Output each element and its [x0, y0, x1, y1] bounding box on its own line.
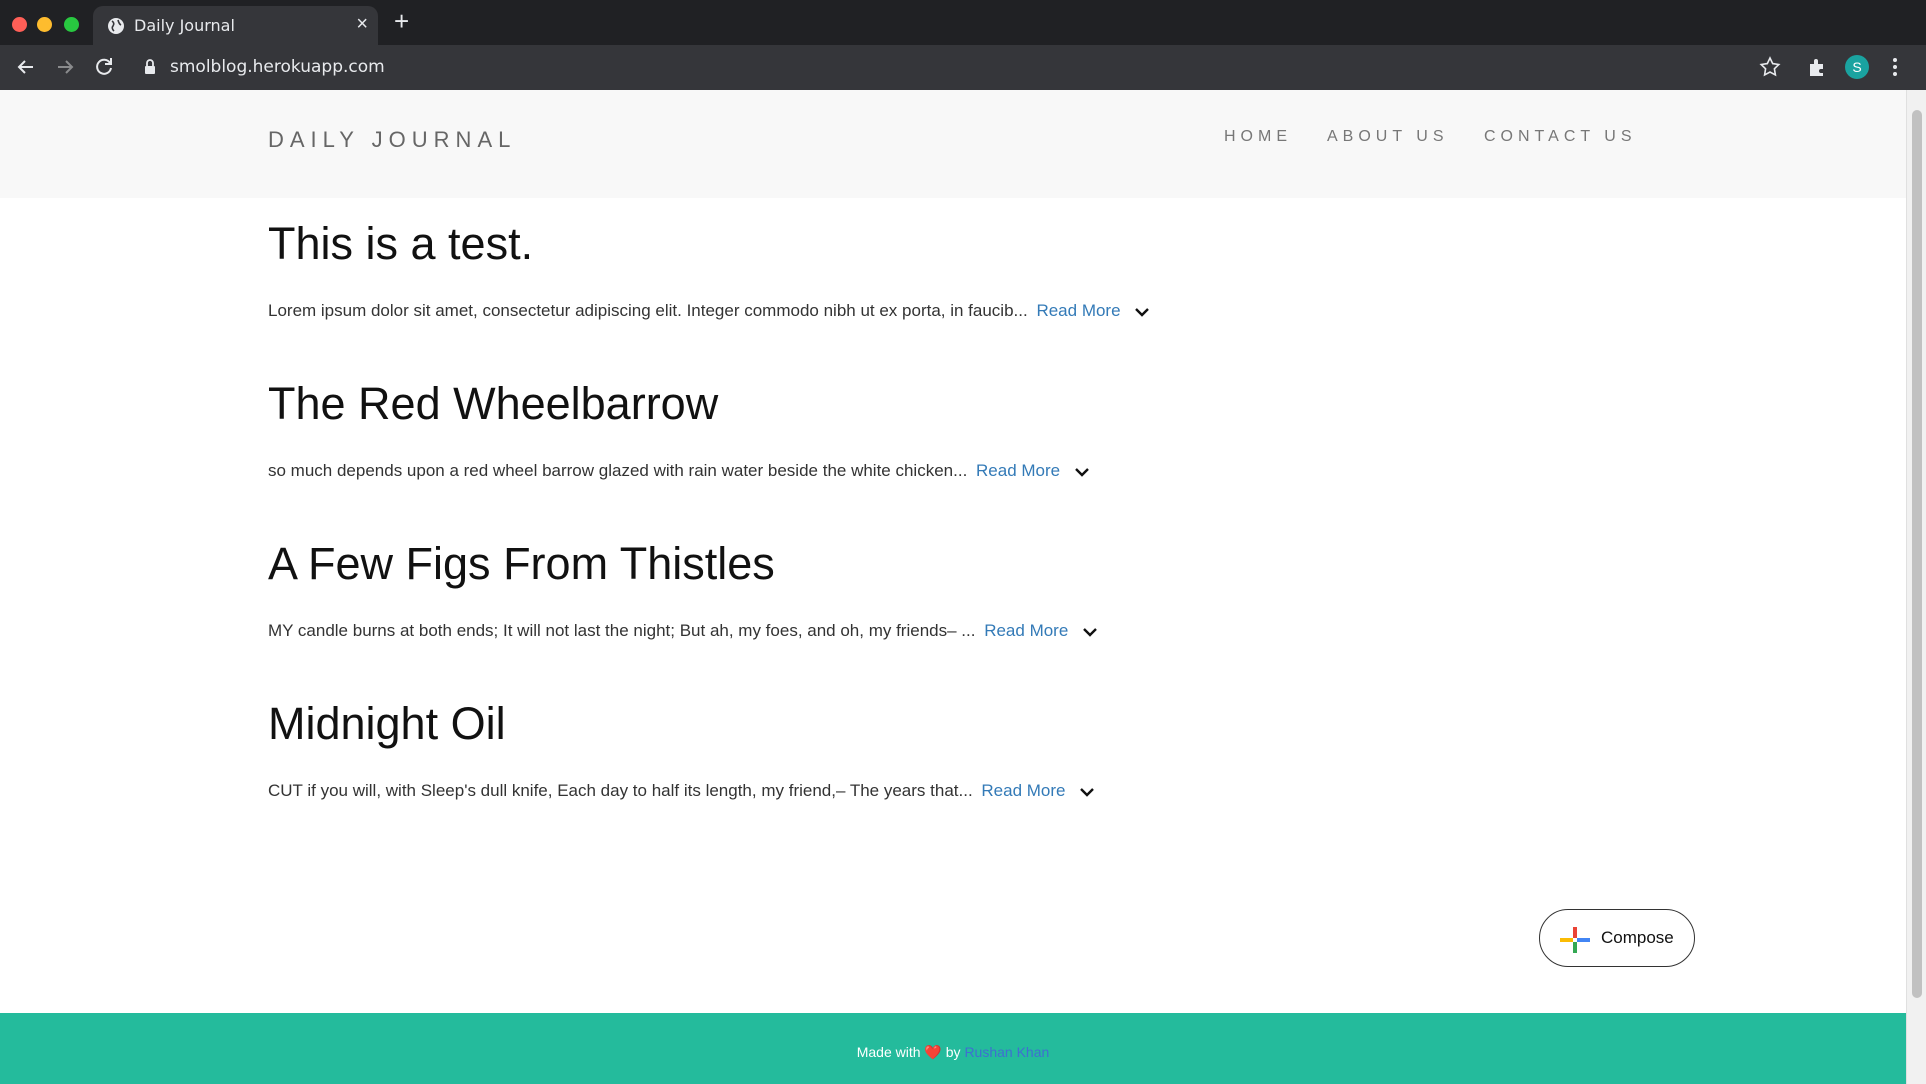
close-window-button[interactable] [12, 17, 27, 32]
bookmark-star-icon[interactable] [1758, 55, 1782, 79]
chevron-down-icon[interactable] [1133, 305, 1151, 319]
author-link[interactable]: Rushan Khan [964, 1044, 1049, 1060]
post-title: This is a test. [268, 218, 534, 269]
address-bar[interactable]: smolblog.herokuapp.com [170, 57, 385, 77]
read-more-link[interactable]: Read More [984, 621, 1068, 640]
scrollbar-thumb[interactable] [1912, 110, 1922, 998]
page-viewport: DAILY JOURNAL HOME ABOUT US CONTACT US T… [0, 90, 1926, 1084]
read-more-link[interactable]: Read More [976, 461, 1060, 480]
compose-label: Compose [1601, 928, 1674, 947]
post-excerpt-text: CUT if you will, with Sleep's dull knife… [268, 781, 973, 800]
post-excerpt: so much depends upon a red wheel barrow … [268, 461, 1091, 481]
read-more-link[interactable]: Read More [981, 781, 1065, 800]
chevron-down-icon[interactable] [1078, 785, 1096, 799]
page-scrollbar[interactable] [1906, 90, 1926, 1084]
globe-icon [108, 18, 124, 34]
close-tab-icon[interactable]: × [356, 13, 368, 36]
footer-credit: Made with ❤️ by Rushan Khan [0, 1044, 1906, 1061]
forward-icon[interactable] [53, 55, 77, 79]
new-tab-button[interactable]: + [394, 8, 409, 34]
nav-about-us[interactable]: ABOUT US [1327, 128, 1449, 146]
post-excerpt: MY candle burns at both ends; It will no… [268, 621, 1099, 641]
chevron-down-icon[interactable] [1073, 465, 1091, 479]
compose-button[interactable]: Compose [1539, 909, 1695, 967]
back-icon[interactable] [14, 55, 38, 79]
minimize-window-button[interactable] [37, 17, 52, 32]
nav-home[interactable]: HOME [1224, 128, 1292, 146]
browser-tab-bar: Daily Journal × + [0, 0, 1926, 45]
browser-tab[interactable]: Daily Journal × [93, 6, 378, 45]
maximize-window-button[interactable] [64, 17, 79, 32]
post-title: Midnight Oil [268, 698, 506, 749]
extensions-icon[interactable] [1806, 55, 1830, 79]
footer-by: by [945, 1044, 961, 1060]
site-footer: Made with ❤️ by Rushan Khan [0, 1013, 1906, 1084]
menu-kebab-icon[interactable] [1883, 55, 1907, 79]
profile-avatar[interactable]: S [1845, 55, 1869, 79]
post-excerpt-text: MY candle burns at both ends; It will no… [268, 621, 976, 640]
footer-made-with: Made with [856, 1044, 921, 1060]
reload-icon[interactable] [92, 55, 116, 79]
post-title: A Few Figs From Thistles [268, 538, 775, 589]
post-excerpt: CUT if you will, with Sleep's dull knife… [268, 781, 1096, 801]
post-title: The Red Wheelbarrow [268, 378, 719, 429]
read-more-link[interactable]: Read More [1036, 301, 1120, 320]
lock-icon[interactable] [142, 58, 158, 76]
site-brand[interactable]: DAILY JOURNAL [268, 127, 516, 153]
post-excerpt-text: so much depends upon a red wheel barrow … [268, 461, 968, 480]
heart-icon: ❤️ [924, 1044, 942, 1060]
post-excerpt: Lorem ipsum dolor sit amet, consectetur … [268, 301, 1151, 321]
site-header: DAILY JOURNAL HOME ABOUT US CONTACT US [0, 90, 1906, 198]
browser-toolbar: smolblog.herokuapp.com S [0, 45, 1926, 90]
post-excerpt-text: Lorem ipsum dolor sit amet, consectetur … [268, 301, 1028, 320]
chevron-down-icon[interactable] [1081, 625, 1099, 639]
tab-title: Daily Journal [134, 16, 235, 35]
nav-contact-us[interactable]: CONTACT US [1484, 128, 1637, 146]
plus-icon [1560, 927, 1590, 953]
